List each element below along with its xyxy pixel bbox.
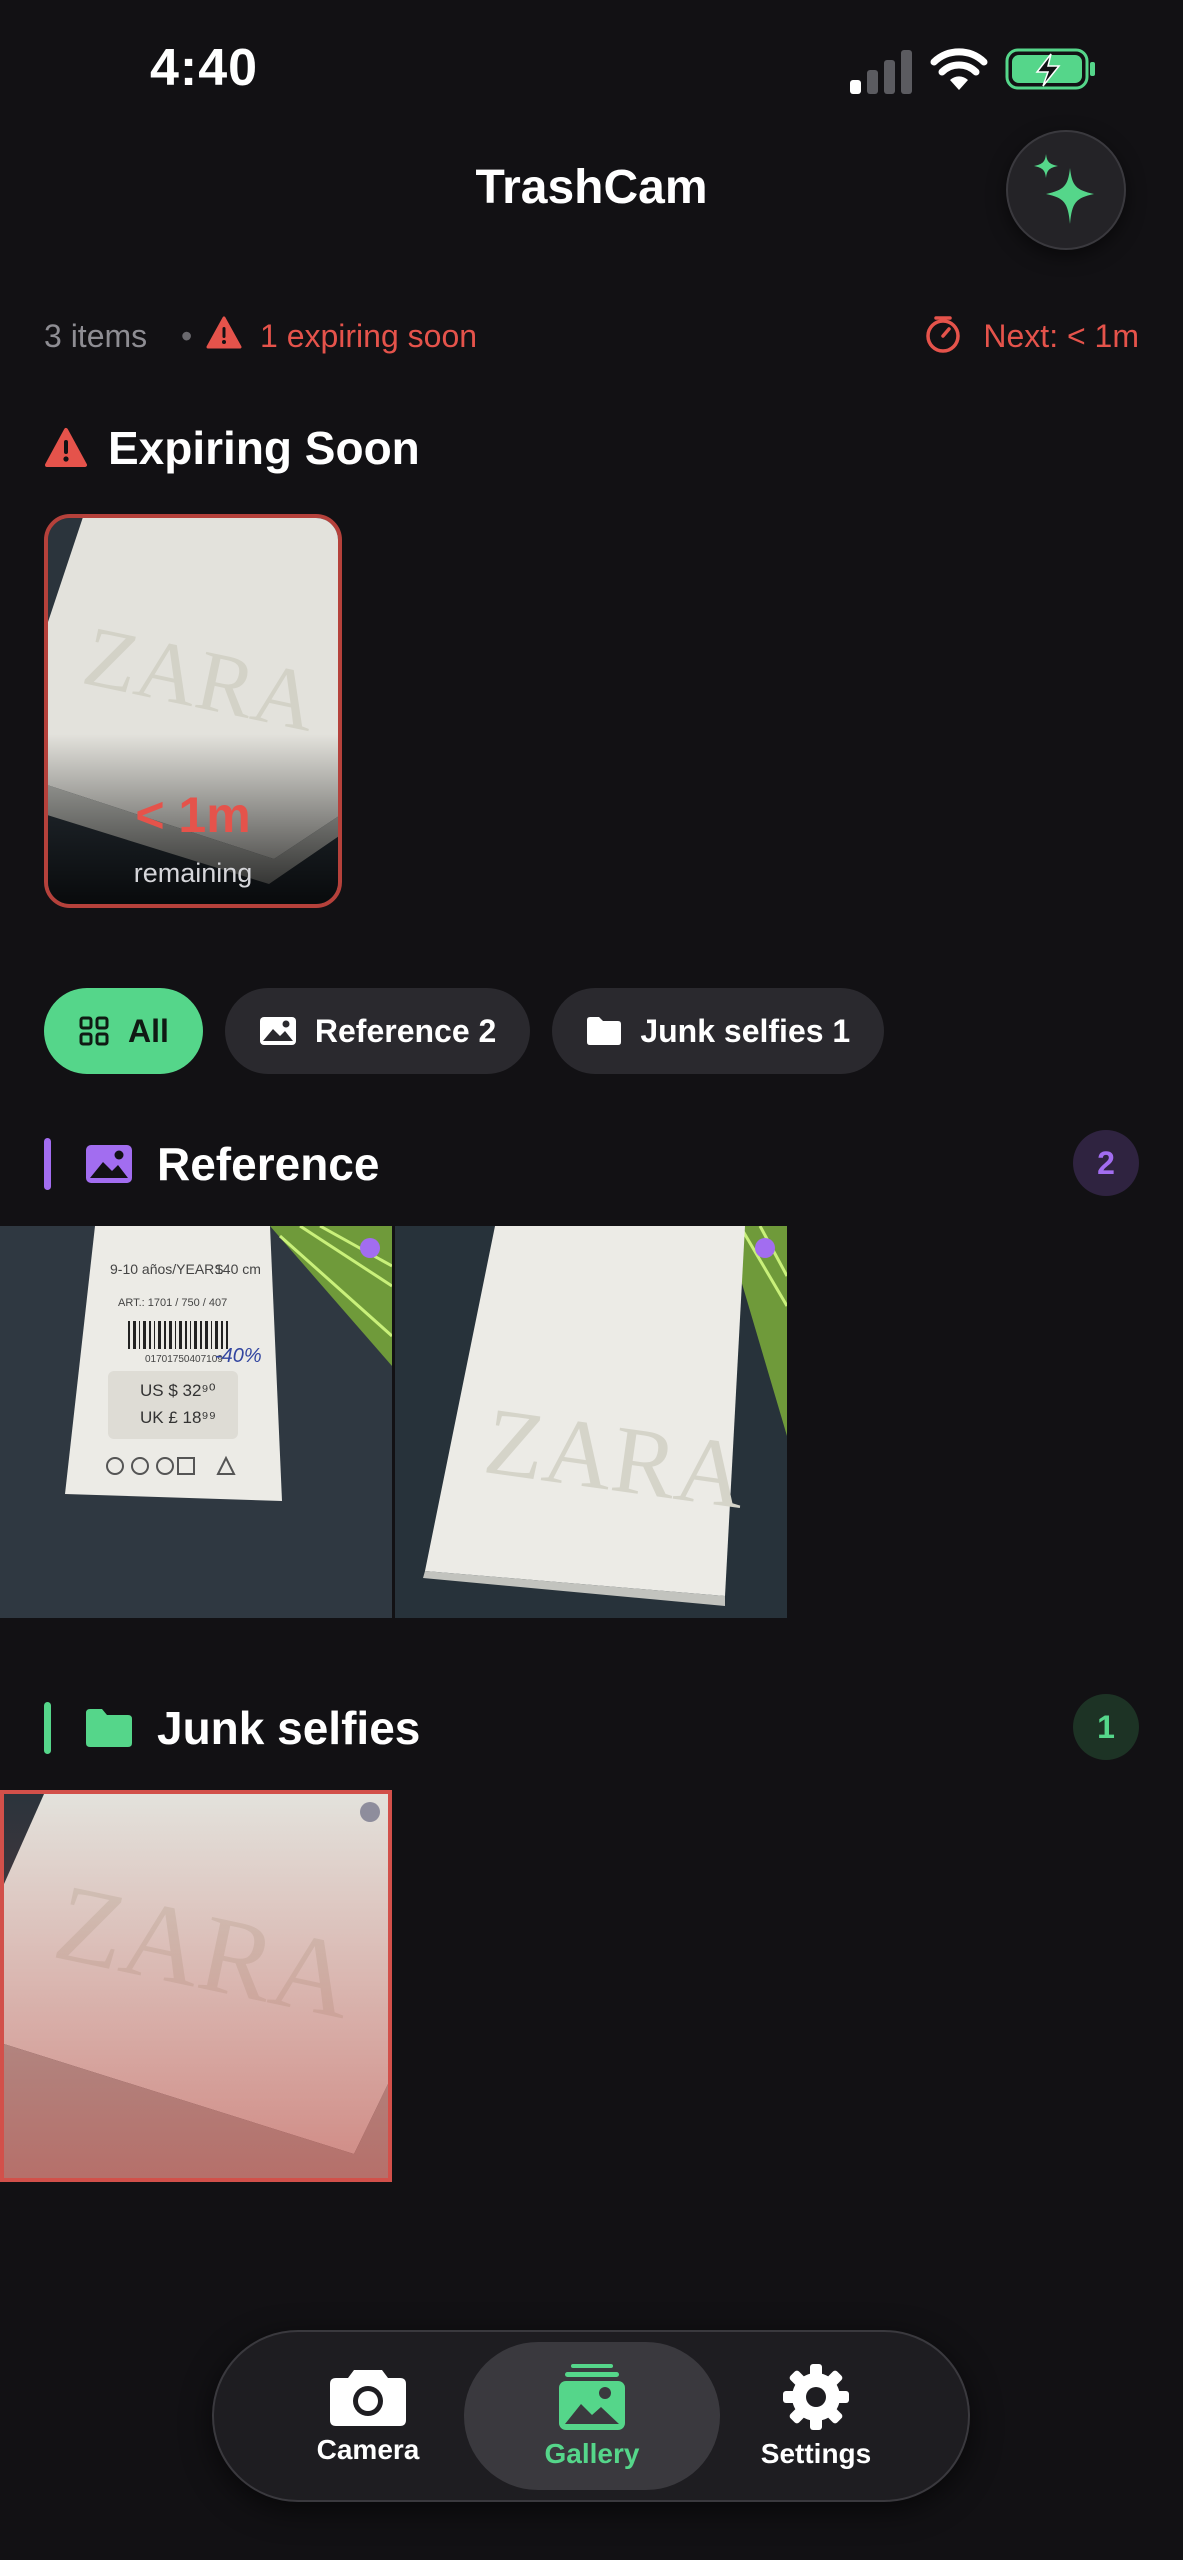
timer-icon xyxy=(926,316,960,353)
filter-chips: All Reference 2 Junk selfies 1 xyxy=(44,988,885,1074)
folder-icon xyxy=(86,1709,132,1747)
camera-icon xyxy=(330,2370,406,2426)
tab-label: Settings xyxy=(760,2438,872,2469)
items-count: 3 items xyxy=(44,318,148,354)
photo-icon xyxy=(259,1017,296,1045)
category-dot xyxy=(755,1238,775,1258)
grid-icon xyxy=(79,1016,109,1046)
tag-size-text: 9-10 años/YEARS xyxy=(110,1261,224,1277)
gear-icon xyxy=(783,2364,849,2430)
tab-label: Gallery xyxy=(544,2438,640,2469)
tag-price-uk: UK £ 18⁹⁹ xyxy=(140,1408,216,1427)
category-color-bar xyxy=(44,1702,51,1754)
next-expiry: Next: < 1m xyxy=(983,318,1139,354)
filter-chip-label: Reference 2 xyxy=(314,1012,497,1049)
tab-settings[interactable]: Settings xyxy=(688,2342,944,2490)
filter-chip-reference[interactable]: Reference 2 xyxy=(224,988,531,1074)
tag-price-us: US $ 32⁹⁰ xyxy=(140,1381,216,1400)
cellular-signal-icon xyxy=(850,48,912,94)
summary-row: 3 items • 1 expiring soon Next: < 1m xyxy=(44,312,1139,362)
photo-thumbnail: ZARA xyxy=(395,1226,787,1618)
photo-tile-price-tag[interactable]: 9-10 años/YEARS 140 cm ART.: 1701 / 750 … xyxy=(0,1226,392,1618)
photo-thumbnail: ZARA xyxy=(4,1794,388,2178)
time-remaining: < 1m xyxy=(135,787,251,843)
photo-icon xyxy=(86,1145,132,1183)
battery-charging-icon xyxy=(1005,48,1095,90)
category-header-reference: Reference 2 xyxy=(44,1130,1139,1196)
tag-discount-text: -40% xyxy=(215,1345,262,1367)
expiring-soon-title: Expiring Soon xyxy=(108,422,420,474)
category-name: Junk selfies xyxy=(157,1702,421,1754)
tab-camera[interactable]: Camera xyxy=(240,2342,496,2490)
tab-label: Camera xyxy=(316,2434,420,2465)
separator-dot: • xyxy=(181,318,193,354)
gallery-icon xyxy=(559,2364,625,2430)
sparkles-icon xyxy=(1034,154,1094,224)
status-time: 4:40 xyxy=(150,39,259,97)
warning-icon xyxy=(45,428,87,467)
category-color-bar xyxy=(44,1138,51,1190)
category-count-badge: 1 xyxy=(1073,1694,1139,1760)
ai-sparkle-button[interactable] xyxy=(1006,130,1126,250)
filter-chip-junk-selfies[interactable]: Junk selfies 1 xyxy=(552,988,885,1074)
photo-tile-zara-box[interactable]: ZARA xyxy=(395,1226,787,1618)
folder-icon xyxy=(587,1017,622,1045)
status-bar: 4:40 xyxy=(0,0,1183,140)
expiring-photo-card[interactable]: ZARA < 1m remaining xyxy=(44,514,342,908)
filter-chip-label: Junk selfies 1 xyxy=(640,1012,851,1049)
photo-thumbnail: 9-10 años/YEARS 140 cm ART.: 1701 / 750 … xyxy=(0,1226,392,1618)
bottom-tab-bar: Camera Gallery Settings xyxy=(212,2330,970,2502)
category-dot xyxy=(360,1802,380,1822)
category-dot xyxy=(360,1238,380,1258)
tag-size-cm: 140 cm xyxy=(215,1261,261,1277)
remaining-label: remaining xyxy=(133,858,253,888)
category-header-junk-selfies: Junk selfies 1 xyxy=(44,1694,1139,1760)
wifi-icon xyxy=(930,48,988,90)
expiring-soon-header: Expiring Soon xyxy=(44,418,420,478)
category-count-badge: 2 xyxy=(1073,1130,1139,1196)
filter-chip-all[interactable]: All xyxy=(44,988,203,1074)
warning-icon xyxy=(206,316,242,349)
photo-tile-expiring[interactable]: ZARA xyxy=(0,1790,392,2182)
tab-gallery[interactable]: Gallery xyxy=(464,2342,720,2490)
tag-barcode-number: 01701750407109 xyxy=(145,1354,223,1365)
category-name: Reference xyxy=(157,1138,380,1190)
expiring-count: 1 expiring soon xyxy=(260,318,478,354)
filter-chip-label: All xyxy=(128,1012,169,1049)
tag-art-text: ART.: 1701 / 750 / 407 xyxy=(118,1297,227,1309)
